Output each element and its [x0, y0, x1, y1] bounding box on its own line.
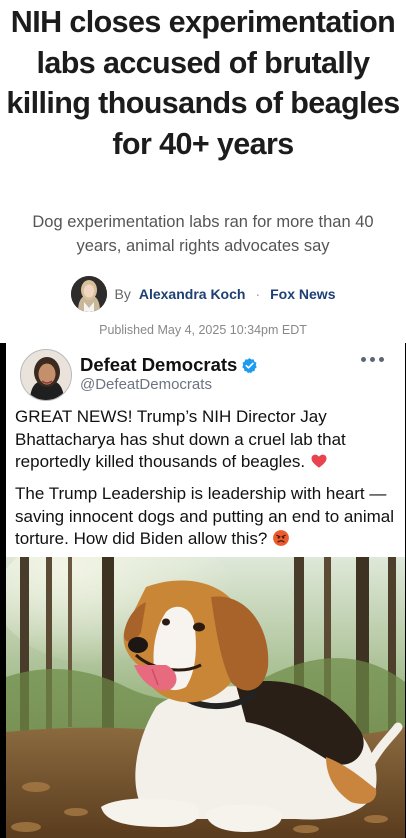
- author-link[interactable]: Alexandra Koch: [139, 286, 246, 302]
- tweet-avatar[interactable]: [20, 349, 72, 401]
- red-heart-icon: [311, 454, 327, 468]
- tweet-paragraph-1-text: GREAT NEWS! Trump’s NIH Director Jay Bha…: [15, 407, 346, 471]
- verified-badge-icon: [242, 357, 258, 373]
- published-timestamp: Published May 4, 2025 10:34pm EDT: [99, 323, 307, 337]
- angry-face-icon: [273, 530, 289, 546]
- article-subhead: Dog experimentation labs ran for more th…: [32, 213, 374, 255]
- byline-separator: ·: [255, 286, 261, 302]
- more-options-icon[interactable]: [361, 353, 387, 365]
- byline-prefix: By: [114, 286, 131, 302]
- tweet-paragraph-2: The Trump Leadership is leadership with …: [15, 483, 403, 551]
- tweet-paragraph-1: GREAT NEWS! Trump’s NIH Director Jay Bha…: [15, 406, 403, 474]
- outlet-link[interactable]: Fox News: [270, 286, 335, 302]
- tweet-photo-beagle[interactable]: [6, 557, 405, 838]
- tweet-display-name-text: Defeat Democrats: [80, 354, 238, 375]
- article-byline: By Alexandra Koch · Fox News: [0, 276, 406, 312]
- article-headline: NIH closes experimentation labs accused …: [6, 5, 400, 161]
- tweet-handle[interactable]: @DefeatDemocrats: [80, 376, 212, 393]
- author-avatar[interactable]: [70, 276, 107, 312]
- tweet-paragraph-2-text: The Trump Leadership is leadership with …: [15, 484, 394, 548]
- tweet-display-name[interactable]: Defeat Democrats: [80, 354, 258, 376]
- news-article-card: NIH closes experimentation labs accused …: [0, 0, 406, 343]
- tweet-card: Defeat Democrats @DefeatDemocrats GREAT …: [4, 343, 405, 838]
